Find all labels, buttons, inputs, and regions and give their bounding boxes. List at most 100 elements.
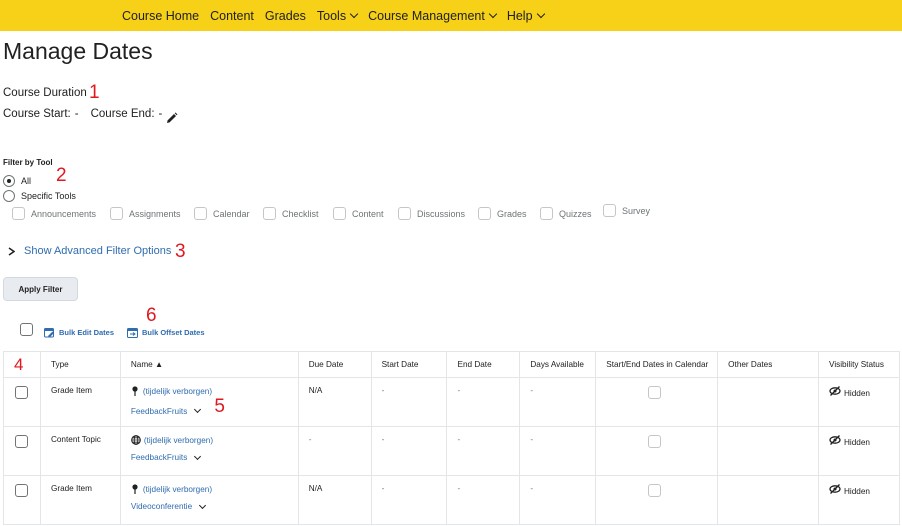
- bulk-edit-dates-button[interactable]: Bulk Edit Dates: [44, 327, 114, 338]
- bulk-edit-dates-label: Bulk Edit Dates: [59, 328, 115, 337]
- nav-label: Help: [506, 8, 533, 23]
- checkbox[interactable]: [603, 204, 616, 217]
- days-available-cell: -: [519, 426, 597, 476]
- chevron-down-icon: [536, 9, 545, 18]
- column-header-end-date: End Date: [446, 351, 521, 378]
- other-dates-cell: [717, 377, 820, 427]
- edit-pencil-icon[interactable]: [166, 111, 178, 129]
- item-tool-dropdown[interactable]: FeedbackFruits: [131, 452, 298, 462]
- nav-help[interactable]: Help: [506, 8, 545, 23]
- item-name-link[interactable]: (tijdelijk verborgen): [131, 435, 298, 445]
- checkbox[interactable]: [194, 207, 207, 220]
- tool-checkbox-grades[interactable]: Grades: [478, 207, 527, 220]
- calendar-checkbox[interactable]: [648, 435, 662, 448]
- start-date-cell: -: [370, 426, 448, 476]
- nav-tools[interactable]: Tools: [317, 9, 359, 23]
- tool-checkbox-checklist[interactable]: Checklist: [263, 207, 319, 220]
- chevron-down-icon: [194, 452, 202, 460]
- other-dates-cell: [717, 426, 820, 476]
- item-name-link[interactable]: (tijdelijk verborgen): [131, 484, 298, 494]
- bulk-offset-dates-button[interactable]: Bulk Offset Dates: [127, 327, 205, 338]
- item-tool-dropdown[interactable]: Videoconferentie: [130, 501, 298, 511]
- name-cell: (tijdelijk verborgen) FeedbackFruits 5: [119, 377, 299, 427]
- chevron-down-icon: [349, 9, 359, 18]
- nav-label: Course Home: [122, 8, 200, 23]
- type-cell: Grade Item: [39, 475, 121, 525]
- column-header-type: Type: [39, 351, 121, 378]
- row-select-cell: [3, 426, 41, 476]
- item-tool-dropdown[interactable]: FeedbackFruits 5: [131, 396, 298, 418]
- tool-checkbox-survey[interactable]: Survey: [603, 204, 650, 217]
- tool-checkbox-announcements[interactable]: Announcements: [12, 207, 96, 220]
- tool-label: Survey: [622, 205, 651, 216]
- course-end-value: -: [158, 108, 163, 120]
- calendar-checkbox[interactable]: [648, 386, 662, 399]
- radio-specific-control[interactable]: [3, 190, 15, 202]
- column-header-visibility: Visibility Status: [818, 351, 900, 378]
- tool-label: Grades: [497, 208, 527, 219]
- days-available-cell: -: [519, 377, 597, 427]
- hidden-eye-icon: [829, 435, 841, 445]
- checkbox[interactable]: [333, 207, 346, 220]
- top-navigation-bar: Course Home Content Grades Tools Course …: [0, 0, 902, 31]
- item-tool-label: Videoconferentie: [130, 502, 193, 511]
- item-name-link[interactable]: (tijdelijk verborgen): [131, 386, 298, 396]
- calendar-offset-icon: [127, 328, 138, 338]
- radio-all[interactable]: All: [3, 175, 31, 187]
- days-available-cell: -: [519, 475, 597, 525]
- column-header-due-date: Due Date: [297, 351, 372, 378]
- checkbox[interactable]: [540, 207, 553, 220]
- nav-content[interactable]: Content: [210, 9, 254, 23]
- nav-grades[interactable]: Grades: [265, 9, 306, 23]
- checkbox[interactable]: [12, 207, 25, 220]
- course-start-label: Course Start:: [3, 108, 71, 120]
- checkbox[interactable]: [110, 207, 123, 220]
- chevron-down-icon: [194, 405, 202, 414]
- advanced-filter-link[interactable]: Show Advanced Filter Options: [24, 245, 171, 257]
- tool-checkbox-content[interactable]: Content: [333, 207, 384, 220]
- select-all-checkbox[interactable]: [20, 323, 33, 336]
- tool-checkbox-quizzes[interactable]: Quizzes: [540, 207, 592, 220]
- annotation-marker-5: 5: [214, 396, 225, 417]
- checkbox[interactable]: [398, 207, 411, 220]
- tool-checkbox-discussions[interactable]: Discussions: [398, 207, 465, 220]
- row-checkbox[interactable]: [15, 435, 28, 448]
- column-header-days-available: Days Available: [519, 351, 597, 378]
- type-cell: Grade Item: [39, 377, 121, 427]
- apply-filter-button[interactable]: Apply Filter: [3, 277, 78, 301]
- start-date-cell: -: [370, 475, 448, 525]
- chevron-down-icon: [488, 9, 498, 18]
- checkbox[interactable]: [263, 207, 276, 220]
- course-duration-heading: Course Duration: [3, 87, 87, 99]
- tool-checkbox-assignments[interactable]: Assignments: [110, 207, 181, 220]
- nav-label: Content: [210, 8, 254, 23]
- radio-specific-tools[interactable]: Specific Tools: [3, 190, 76, 202]
- annotation-marker-4: 4: [14, 354, 24, 374]
- hidden-eye-icon: [829, 484, 841, 494]
- column-header-name[interactable]: Name ▲: [119, 351, 299, 378]
- nav-course-home[interactable]: Course Home: [122, 9, 199, 23]
- name-cell: (tijdelijk verborgen) Videoconferentie: [119, 475, 299, 525]
- row-checkbox[interactable]: [15, 484, 28, 497]
- end-date-cell: -: [446, 475, 521, 525]
- due-date-cell: N/A: [297, 377, 372, 427]
- row-checkbox[interactable]: [15, 386, 28, 399]
- visibility-cell: Hidden: [818, 426, 900, 476]
- item-name-label: (tijdelijk verborgen): [142, 484, 213, 494]
- tool-checkbox-calendar[interactable]: Calendar: [194, 207, 250, 220]
- tool-label: Checklist: [282, 208, 319, 219]
- nav-label: Grades: [264, 8, 306, 23]
- nav-course-management[interactable]: Course Management: [368, 9, 498, 23]
- checkbox[interactable]: [478, 207, 491, 220]
- row-select-cell: [3, 377, 41, 427]
- visibility-label: Hidden: [844, 389, 870, 398]
- tool-label: Content: [352, 208, 384, 219]
- advanced-filter-toggle[interactable]: Show Advanced Filter Options: [8, 245, 171, 257]
- annotation-marker-2: 2: [56, 165, 67, 186]
- start-date-cell: -: [370, 377, 448, 427]
- end-date-cell: -: [446, 377, 521, 427]
- row-select-cell: [3, 475, 41, 525]
- calendar-checkbox[interactable]: [648, 484, 662, 497]
- bulk-offset-dates-label: Bulk Offset Dates: [142, 328, 205, 337]
- radio-all-control[interactable]: [3, 175, 15, 187]
